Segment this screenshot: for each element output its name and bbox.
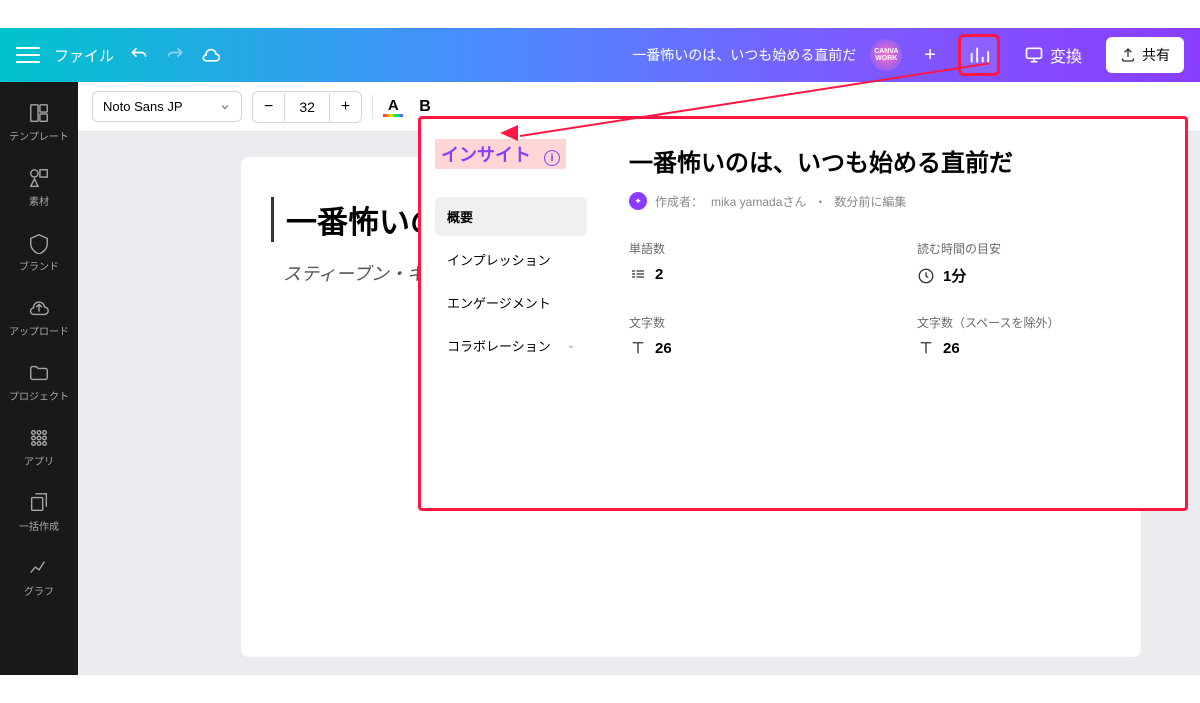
sidebar-item-brand[interactable]: ブランド <box>0 220 78 285</box>
sidebar-item-templates[interactable]: テンプレート <box>0 90 78 155</box>
sidebar-item-projects[interactable]: プロジェクト <box>0 350 78 415</box>
sidebar-item-elements[interactable]: 素材 <box>0 155 78 220</box>
sidebar-item-upload[interactable]: アップロード <box>0 285 78 350</box>
font-select[interactable]: Noto Sans JP <box>92 91 242 122</box>
left-sidebar: テンプレート 素材 ブランド アップロード プロジェクト アプリ 一括作成 グラ… <box>0 82 78 675</box>
author-name: mika yamadaさん <box>711 193 806 210</box>
insight-meta: ✦ 作成者： mika yamadaさん ・ 数分前に編集 <box>629 192 1157 210</box>
top-bar: ファイル 一番怖いのは、いつも始める直前だ CANVA WORK + 変換 共有 <box>0 28 1200 82</box>
redo-icon[interactable] <box>164 44 186 66</box>
analytics-button[interactable] <box>958 34 1000 76</box>
info-icon[interactable]: i <box>544 150 560 166</box>
increase-size-button[interactable]: + <box>330 92 361 122</box>
chevron-down-icon <box>219 101 231 113</box>
document-title[interactable]: 一番怖いのは、いつも始める直前だ <box>632 45 856 65</box>
edited-time: 数分前に編集 <box>834 193 906 210</box>
menu-icon[interactable] <box>16 43 40 67</box>
author-prefix: 作成者： <box>655 193 703 210</box>
chevron-down-icon: ⌄ <box>567 340 575 351</box>
text-icon <box>629 339 647 357</box>
text-icon <box>917 339 935 357</box>
sidebar-item-bulk[interactable]: 一括作成 <box>0 480 78 545</box>
stat-chars-nospace: 文字数（スペースを除外） 26 <box>917 314 1157 357</box>
stat-readtime: 読む時間の目安 1分 <box>917 240 1157 286</box>
convert-label: 変換 <box>1050 43 1082 67</box>
decrease-size-button[interactable]: − <box>253 92 284 122</box>
nav-impressions[interactable]: インプレッション <box>435 240 587 279</box>
insight-nav: 概要 インプレッション エンゲージメント コラボレーション⌄ <box>435 197 587 365</box>
share-button[interactable]: 共有 <box>1106 37 1184 73</box>
clock-icon <box>917 267 935 285</box>
sidebar-item-apps[interactable]: アプリ <box>0 415 78 480</box>
presentation-icon <box>1024 45 1044 65</box>
sidebar-item-charts[interactable]: グラフ <box>0 545 78 610</box>
cloud-icon[interactable] <box>200 44 222 66</box>
stat-chars: 文字数 26 <box>629 314 869 357</box>
insight-heading: 一番怖いのは、いつも始める直前だ <box>629 143 1157 178</box>
insight-title: インサイト i <box>435 139 566 169</box>
add-button[interactable]: + <box>916 40 944 71</box>
file-menu[interactable]: ファイル <box>54 45 114 66</box>
nav-engagement[interactable]: エンゲージメント <box>435 283 587 322</box>
share-label: 共有 <box>1142 45 1170 65</box>
nav-overview[interactable]: 概要 <box>435 197 587 236</box>
insight-panel: インサイト i 概要 インプレッション エンゲージメント コラボレーション⌄ 一… <box>418 116 1188 511</box>
upload-icon <box>1120 47 1136 63</box>
undo-icon[interactable] <box>128 44 150 66</box>
annotation-arrow-head <box>500 125 518 141</box>
stat-words: 単語数 2 <box>629 240 869 286</box>
font-size-group: − 32 + <box>252 91 362 123</box>
text-color-button[interactable]: A <box>383 97 403 117</box>
brand-badge[interactable]: CANVA WORK <box>870 39 902 71</box>
font-size-value[interactable]: 32 <box>284 93 330 121</box>
list-icon <box>629 265 647 283</box>
convert-button[interactable]: 変換 <box>1014 37 1092 73</box>
nav-collaboration[interactable]: コラボレーション⌄ <box>435 326 587 365</box>
author-avatar-icon: ✦ <box>629 192 647 210</box>
